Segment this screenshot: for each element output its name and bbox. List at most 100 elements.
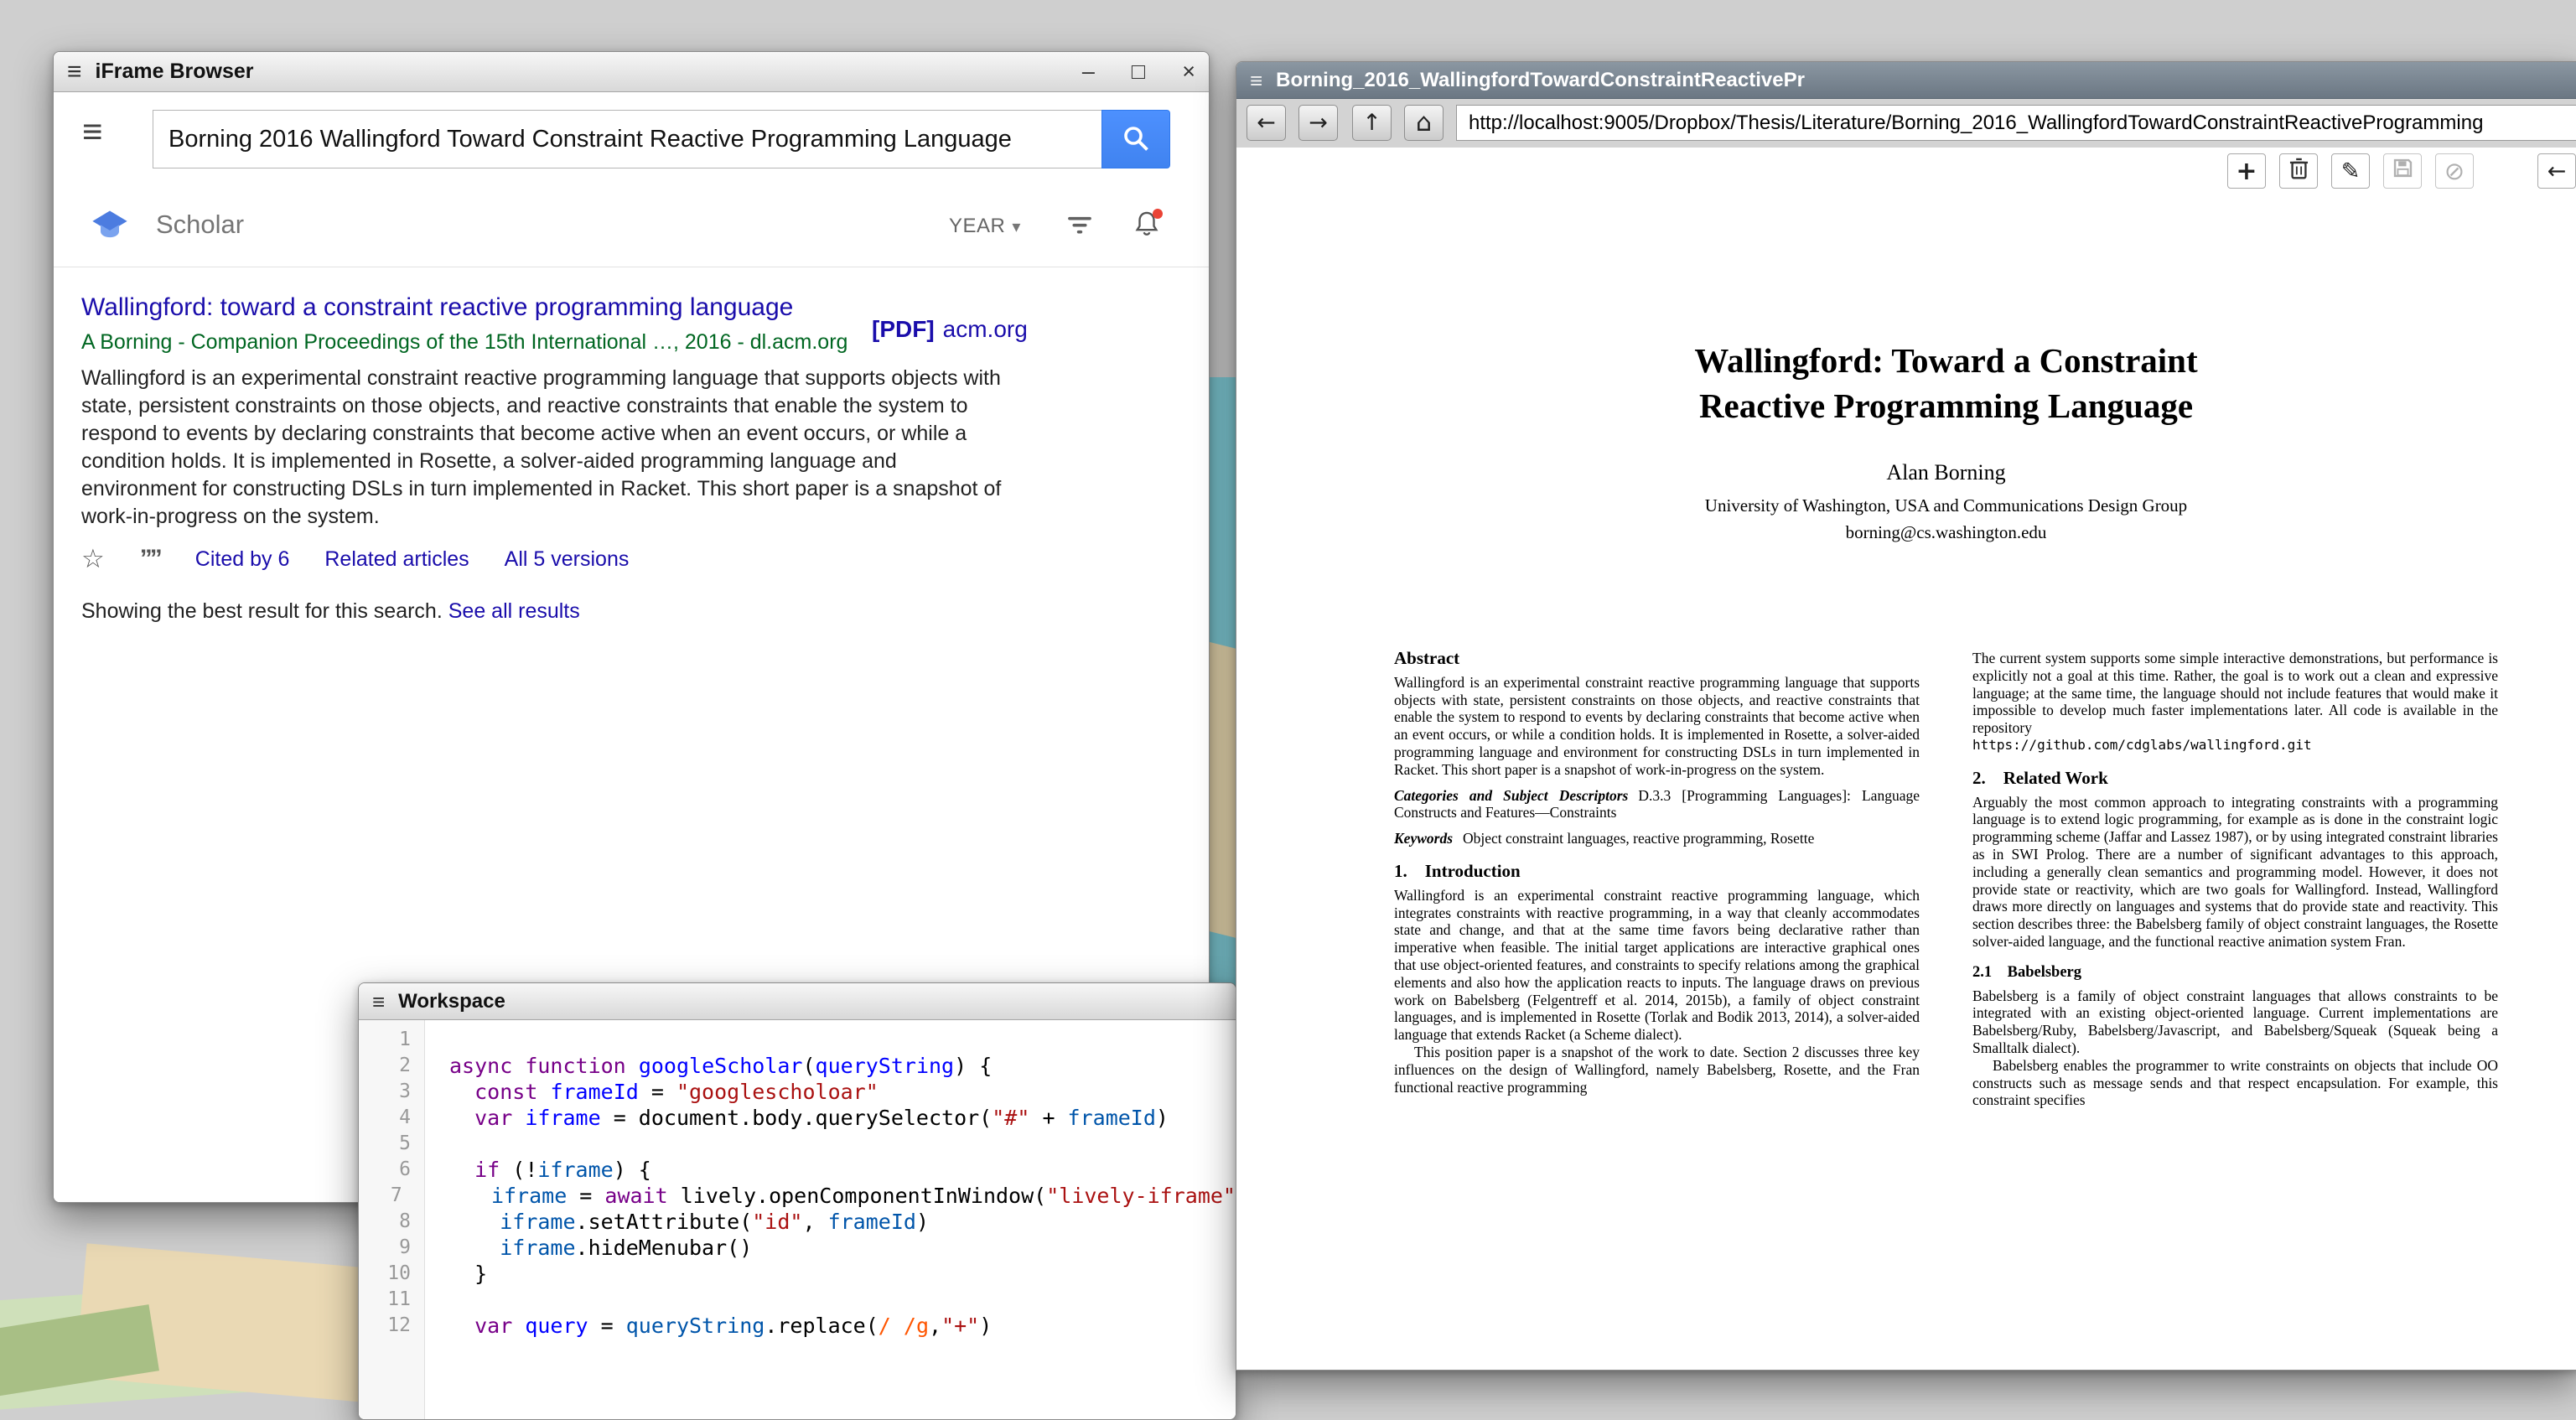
paper-paragraph: The current system supports some simple …: [1972, 650, 2498, 737]
line-number: 9: [359, 1235, 424, 1261]
paper-paragraph: Babelsberg enables the programmer to wri…: [1972, 1057, 2498, 1109]
see-all-results-link[interactable]: See all results: [448, 599, 580, 623]
line-number: 7: [359, 1183, 416, 1209]
alerts-bell-icon[interactable]: [1133, 210, 1160, 242]
year-filter-label: YEAR: [949, 215, 1005, 237]
paper-email: borning@cs.washington.edu: [1394, 522, 2498, 543]
minimize-button[interactable]: –: [1082, 60, 1095, 83]
forward-button[interactable]: →: [1298, 105, 1338, 141]
code-line[interactable]: 5: [359, 1131, 1236, 1157]
paper-title: Wallingford: Toward a Constraint Reactiv…: [1394, 338, 2498, 428]
paper-heading: 2. Related Work: [1972, 770, 2498, 787]
result-actions: ☆ ”” Cited by 6 Related articles All 5 v…: [81, 544, 1209, 574]
year-filter-dropdown[interactable]: YEAR ▾: [949, 215, 1021, 238]
search-input[interactable]: [153, 110, 1101, 168]
line-number: 6: [359, 1157, 424, 1183]
up-button[interactable]: ↑: [1352, 105, 1392, 141]
result-byline: A Borning - Companion Proceedings of the…: [81, 330, 1209, 355]
scholar-brand: Scholar: [156, 210, 244, 240]
search-button[interactable]: [1101, 110, 1170, 168]
paper-heading: 1. Introduction: [1394, 863, 1920, 880]
paper-heading: 2.1 Babelsberg: [1972, 964, 2498, 982]
paragraph-lead: Categories and Subject Descriptors: [1394, 787, 1628, 804]
window-menu-icon[interactable]: ≡: [1250, 70, 1262, 91]
delete-button[interactable]: [2279, 153, 2318, 189]
code-line[interactable]: 12 var query = queryString.replace(/ /g,…: [359, 1313, 1236, 1339]
line-number: 3: [359, 1079, 424, 1105]
window-menu-icon[interactable]: ≡: [372, 991, 385, 1013]
line-number: 5: [359, 1131, 424, 1157]
code-line[interactable]: 4 var iframe = document.body.querySelect…: [359, 1105, 1236, 1131]
paper-paragraph: Babelsberg is a family of object constra…: [1972, 987, 2498, 1057]
window-menu-icon[interactable]: ≡: [67, 60, 82, 85]
pdf-window-title: Borning_2016_WallingfordTowardConstraint…: [1276, 69, 1805, 92]
paper-heading: Abstract: [1394, 650, 1920, 667]
browser-menu-icon[interactable]: ≡: [82, 114, 103, 149]
url-input[interactable]: [1456, 105, 2576, 141]
pdf-toolbar: + ✎ ⊘ ←: [1236, 148, 2576, 194]
browser-toolbar: ≡: [54, 92, 1209, 186]
pdf-page[interactable]: Wallingford: Toward a Constraint Reactiv…: [1236, 194, 2576, 1370]
code-editor[interactable]: 12async function googleScholar(queryStri…: [359, 1020, 1236, 1419]
back-button[interactable]: ←: [1247, 105, 1286, 141]
browser-window-title: iFrame Browser: [96, 60, 254, 84]
cancel-button[interactable]: ⊘: [2435, 153, 2474, 189]
chevron-down-icon: ▾: [1012, 218, 1021, 236]
line-number: 4: [359, 1105, 424, 1131]
search-icon: [1121, 123, 1151, 156]
line-number: 1: [359, 1027, 424, 1053]
pdf-titlebar[interactable]: ≡ Borning_2016_WallingfordTowardConstrai…: [1236, 62, 2576, 99]
code-line[interactable]: 6 if (!iframe) {: [359, 1157, 1236, 1183]
browser-titlebar[interactable]: ≡ iFrame Browser – □ ×: [54, 52, 1209, 92]
line-number: 11: [359, 1287, 424, 1313]
line-number: 8: [359, 1209, 424, 1235]
related-articles-link[interactable]: Related articles: [324, 547, 469, 572]
maximize-button[interactable]: □: [1132, 60, 1145, 83]
scholar-header: Scholar YEAR ▾: [54, 186, 1209, 267]
all-versions-link[interactable]: All 5 versions: [505, 547, 630, 572]
code-line[interactable]: 2async function googleScholar(queryStrin…: [359, 1053, 1236, 1079]
workspace-titlebar[interactable]: ≡ Workspace: [359, 983, 1236, 1020]
edit-button[interactable]: ✎: [2331, 153, 2370, 189]
result-snippet: Wallingford is an experimental constrain…: [81, 365, 1008, 531]
pdf-tag: [PDF]: [872, 316, 935, 342]
paper-left-column: Abstract Wallingford is an experimental c…: [1394, 650, 1920, 1096]
block-icon: ⊘: [2444, 157, 2465, 185]
paper-paragraph: https://github.com/cdglabs/wallingford.g…: [1972, 737, 2498, 754]
close-button[interactable]: ×: [1182, 60, 1195, 83]
trash-icon: [2288, 156, 2310, 186]
save-button[interactable]: [2383, 153, 2422, 189]
paragraph-lead: Keywords: [1394, 830, 1453, 847]
paper-author: Alan Borning: [1394, 460, 2498, 485]
search-result: Wallingford: toward a constraint reactiv…: [54, 291, 1209, 624]
line-number: 2: [359, 1053, 424, 1079]
paper-content: Wallingford: Toward a Constraint Reactiv…: [1394, 194, 2498, 543]
home-button[interactable]: ⌂: [1404, 105, 1443, 141]
line-number: 10: [359, 1261, 424, 1287]
code-line[interactable]: 3 const frameId = "googlescholoar": [359, 1079, 1236, 1105]
code-line[interactable]: 10 }: [359, 1261, 1236, 1287]
filter-icon[interactable]: [1066, 215, 1093, 241]
code-line[interactable]: 11: [359, 1287, 1236, 1313]
add-annotation-button[interactable]: +: [2227, 153, 2266, 189]
code-line[interactable]: 8 iframe.setAttribute("id", frameId): [359, 1209, 1236, 1235]
code-line[interactable]: 7 iframe = await lively.openComponentInW…: [359, 1183, 1236, 1209]
code-line[interactable]: 9 iframe.hideMenubar(): [359, 1235, 1236, 1261]
result-title-link[interactable]: Wallingford: toward a constraint reactiv…: [81, 291, 802, 324]
line-number: 12: [359, 1313, 424, 1339]
footer-text: Showing the best result for this search.: [81, 599, 443, 623]
edit-pencil-icon: ✎: [2341, 158, 2361, 184]
paper-paragraph: KeywordsObject constraint languages, rea…: [1394, 830, 1920, 847]
paper-paragraph: Wallingford is an experimental constrain…: [1394, 674, 1920, 779]
pdf-link[interactable]: [PDF]acm.org: [872, 316, 1028, 343]
cite-icon[interactable]: ””: [140, 545, 160, 573]
cited-by-link[interactable]: Cited by 6: [195, 547, 290, 572]
pdf-viewer-window: ≡ Borning_2016_WallingfordTowardConstrai…: [1236, 61, 2576, 1371]
google-scholar-logo: [91, 208, 128, 246]
previous-page-button[interactable]: ←: [2537, 153, 2576, 189]
notification-dot: [1153, 209, 1163, 219]
paper-paragraph: Arguably the most common approach to int…: [1972, 794, 2498, 951]
paper-paragraph: This position paper is a snapshot of the…: [1394, 1044, 1920, 1096]
code-line[interactable]: 1: [359, 1027, 1236, 1053]
save-star-icon[interactable]: ☆: [81, 544, 105, 574]
